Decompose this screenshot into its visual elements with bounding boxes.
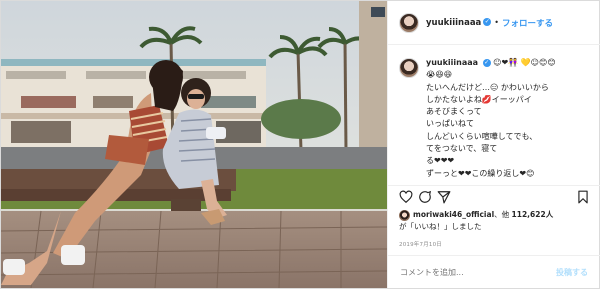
caption-line: 😭😆😆 xyxy=(426,70,453,80)
caption-text: yuukiiinaaa ✓ ☺❤👭 💛☺😊😊 😭😆😆 たいへんだけど…😑 かわい… xyxy=(426,57,556,180)
header-username[interactable]: yuukiiinaaa ✓ xyxy=(426,18,492,28)
post-sidebar: yuukiiinaaa ✓ • フォローする yuukiiinaaa ✓ ☺❤👭 … xyxy=(387,1,600,288)
post-comment-button[interactable]: 投稿する xyxy=(556,267,588,278)
header-username-text[interactable]: yuukiiinaaa xyxy=(426,18,481,28)
likes-suffix: が「いいね！」しました xyxy=(399,221,482,231)
caption-line: ずーっと❤❤この繰り返し❤😊 xyxy=(426,168,535,178)
post-caption: yuukiiinaaa ✓ ☺❤👭 💛☺😊😊 😭😆😆 たいへんだけど…😑 かわい… xyxy=(399,57,594,180)
bookmark-icon[interactable] xyxy=(576,190,590,204)
liker-username[interactable]: moriwaki46_official xyxy=(413,210,494,219)
liker-avatar[interactable] xyxy=(399,209,410,221)
comment-input[interactable] xyxy=(400,267,540,277)
caption-line: しんどいくらい喧嘩してでも、 xyxy=(426,131,538,141)
caption-line: たいへんだけど…😑 かわいいから xyxy=(426,82,549,92)
caption-line: る❤❤❤ xyxy=(426,156,455,166)
share-icon[interactable] xyxy=(437,190,451,204)
post-header: yuukiiinaaa ✓ • フォローする xyxy=(388,1,600,45)
verified-badge-icon: ✓ xyxy=(483,18,492,26)
caption-line: てをつないで、寝て xyxy=(426,144,498,154)
caption-username[interactable]: yuukiiinaaa xyxy=(426,58,478,67)
likes-summary: moriwaki46_official、他 112,622人 が「いいね！」しま… xyxy=(399,209,594,232)
post-date[interactable]: 2019年7月10日 xyxy=(399,240,442,248)
post-photo[interactable] xyxy=(1,1,387,288)
likes-count[interactable]: 112,622人 xyxy=(512,210,554,219)
user-avatar[interactable] xyxy=(399,12,419,33)
comment-icon[interactable] xyxy=(418,190,432,204)
caption-avatar[interactable] xyxy=(399,58,419,78)
heart-icon[interactable] xyxy=(399,190,413,204)
caption-verified-badge-icon: ✓ xyxy=(482,58,491,67)
separator-dot: • xyxy=(494,18,500,27)
caption-line: ☺❤👭 💛☺😊😊 xyxy=(493,58,556,67)
caption-line: あそびまくって xyxy=(426,107,482,117)
follow-button[interactable]: フォローする xyxy=(502,17,553,29)
likes-text: 、他 xyxy=(494,210,510,219)
comment-box: 投稿する xyxy=(388,255,600,288)
photo-image xyxy=(1,1,387,288)
instagram-post: yuukiiinaaa ✓ • フォローする yuukiiinaaa ✓ ☺❤👭 … xyxy=(0,0,600,289)
caption-line: しかたないよね💋イーッパイ xyxy=(426,94,532,104)
action-bar xyxy=(388,185,600,209)
caption-line: いっぱいねて xyxy=(426,119,474,129)
